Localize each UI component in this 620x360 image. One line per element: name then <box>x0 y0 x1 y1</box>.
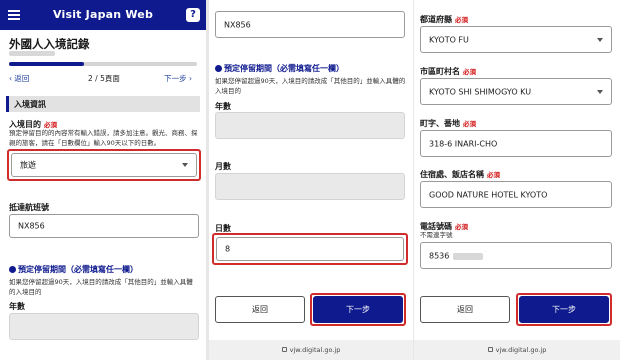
bullet-icon <box>9 266 16 273</box>
purpose-select[interactable]: 旅遊 <box>11 153 197 177</box>
prefecture-select[interactable]: KYOTO FU <box>420 26 612 53</box>
stay-heading: 預定停留期間（必需填寫任一欄） <box>9 264 138 275</box>
stay-heading-text: 預定停留期間（必需填寫任一欄） <box>18 265 138 274</box>
city-value: KYOTO SHI SHIMOGYO KU <box>429 87 532 96</box>
help-icon[interactable]: ? <box>186 8 200 22</box>
phone-input[interactable]: 8536 <box>420 242 612 269</box>
back-button[interactable]: 返回 <box>215 296 305 323</box>
section-header: 入境資訊 <box>6 96 200 112</box>
months-input[interactable] <box>215 173 405 200</box>
purpose-value: 旅遊 <box>20 160 36 170</box>
page-title: 外國人入境記錄 <box>9 37 90 51</box>
flight-input[interactable]: NX856 <box>215 11 405 38</box>
bullet-icon <box>215 65 222 72</box>
required-badge: 必須 <box>455 16 468 24</box>
street-label-text: 町字、番地 <box>420 119 460 128</box>
next-button[interactable]: 下一步 <box>313 296 403 323</box>
prefecture-value: KYOTO FU <box>429 35 469 44</box>
street-label: 町字、番地 必須 <box>420 118 476 129</box>
days-value: 8 <box>225 244 231 254</box>
chevron-down-icon <box>597 89 603 94</box>
lock-icon <box>487 347 493 352</box>
chevron-down-icon <box>182 163 188 167</box>
years-input[interactable] <box>9 313 199 340</box>
screen-entry-info: Visit Japan Web ? 外國人入境記錄 ‹ 返回 2 / 5頁面 下… <box>0 0 206 360</box>
url-text: vjw.digital.go.jp <box>209 346 413 354</box>
progress-fill <box>9 62 85 66</box>
years-input[interactable] <box>215 112 405 139</box>
flight-value: NX856 <box>224 20 251 29</box>
url-value: vjw.digital.go.jp <box>495 346 547 354</box>
hotel-value: GOOD NATURE HOTEL KYOTO <box>429 190 548 199</box>
prefecture-label-text: 都道府縣 <box>420 15 452 24</box>
stay-help: 如果您停留超過90天，入境目的請改成「其他目的」並輸入具體的入境目的 <box>9 278 193 296</box>
app-header: Visit Japan Web ? <box>0 0 206 30</box>
required-badge: 必須 <box>463 120 476 128</box>
hotel-label-text: 住宿處、飯店名稱 <box>420 170 484 179</box>
screen-address: 都道府縣 必須 KYOTO FU 市區町村名 必須 KYOTO SHI SHIMOG… <box>414 0 620 360</box>
back-link[interactable]: ‹ 返回 <box>9 73 29 84</box>
required-badge: 必須 <box>463 68 476 76</box>
months-label: 月數 <box>215 162 231 171</box>
chevron-down-icon <box>597 37 603 42</box>
section-title: 入境資訊 <box>14 100 46 109</box>
purpose-label-text: 入境目的 <box>9 120 41 129</box>
phone-label-text: 電話號碼 <box>420 222 452 231</box>
years-label: 年數 <box>9 302 25 311</box>
redacted-phone <box>453 253 483 260</box>
days-input[interactable]: 8 <box>216 237 404 261</box>
stay-heading: 預定停留期間（必需填寫任一欄） <box>215 63 344 74</box>
hotel-label: 住宿處、飯店名稱 必須 <box>420 169 500 180</box>
city-select[interactable]: KYOTO SHI SHIMOGYO KU <box>420 78 612 105</box>
next-button[interactable]: 下一步 <box>519 296 609 323</box>
city-label: 市區町村名 必須 <box>420 66 476 77</box>
required-badge: 必須 <box>487 171 500 179</box>
prefecture-label: 都道府縣 必須 <box>420 14 468 25</box>
required-badge: 必須 <box>44 121 57 129</box>
stay-heading-text: 預定停留期間（必需填寫任一欄） <box>224 64 344 73</box>
street-input[interactable]: 318-6 INARI-CHO <box>420 130 612 157</box>
hotel-input[interactable]: GOOD NATURE HOTEL KYOTO <box>420 181 612 208</box>
next-link[interactable]: 下一步 › <box>164 73 192 84</box>
redacted-name <box>9 51 55 56</box>
stay-help: 如果您停留超過90天，入境目的請改成「其他目的」並輸入具體的入境目的 <box>215 77 406 95</box>
url-text: vjw.digital.go.jp <box>414 346 620 354</box>
purpose-help: 預定停留目的的內容常有輸入錯誤，請多加注意。觀光、商務、探親的旅客，請在「日數欄… <box>9 129 198 147</box>
phone-value: 8536 <box>429 251 450 260</box>
flight-label: 抵達航班號 <box>9 203 49 212</box>
back-button[interactable]: 返回 <box>420 296 510 323</box>
browser-url-bar: vjw.digital.go.jp <box>414 340 620 360</box>
city-label-text: 市區町村名 <box>420 67 460 76</box>
flight-input[interactable]: NX856 <box>9 214 199 238</box>
progress-bar <box>9 62 197 66</box>
street-value: 318-6 INARI-CHO <box>429 139 498 148</box>
required-badge: 必須 <box>455 223 468 231</box>
app-title: Visit Japan Web <box>52 8 154 21</box>
browser-url-bar: vjw.digital.go.jp <box>209 340 413 360</box>
step-indicator: 2 / 5頁面 <box>88 74 120 83</box>
screen-stay-period: NX856 預定停留期間（必需填寫任一欄） 如果您停留超過90天，入境目的請改成… <box>209 0 413 360</box>
url-value: vjw.digital.go.jp <box>289 346 341 354</box>
lock-icon <box>281 347 287 352</box>
years-label: 年數 <box>215 102 231 111</box>
flight-value: NX856 <box>18 221 45 231</box>
phone-hint: 不需連字號 <box>420 231 453 239</box>
